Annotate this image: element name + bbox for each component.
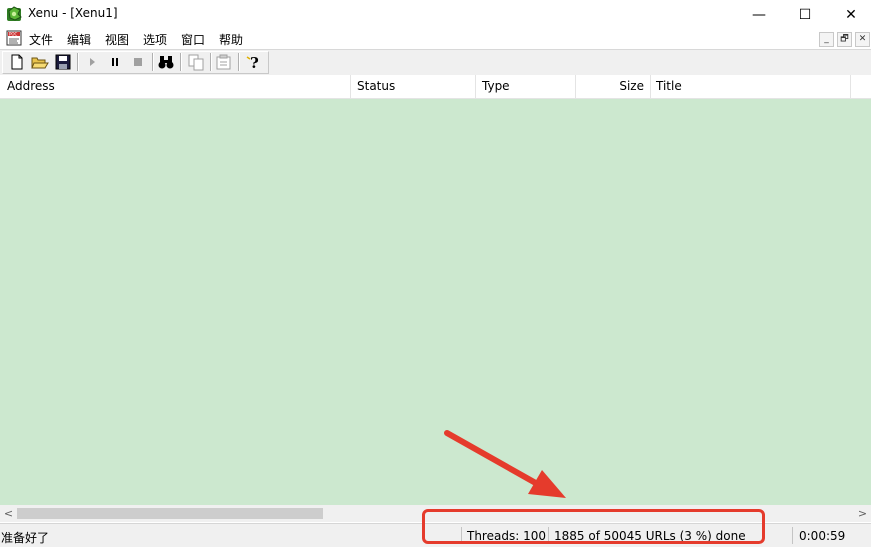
- xenu-app-icon: [7, 6, 22, 21]
- column-header-title[interactable]: Title: [651, 75, 851, 98]
- scrollbar-thumb[interactable]: [17, 508, 323, 519]
- column-header-status[interactable]: Status: [351, 75, 476, 98]
- properties-icon[interactable]: [215, 53, 233, 71]
- stop-icon[interactable]: [129, 53, 147, 71]
- minimize-button[interactable]: —: [736, 0, 782, 29]
- status-elapsed-time: 0:00:59: [799, 529, 846, 543]
- list-header: Address Status Type Size Title: [0, 75, 871, 99]
- scroll-left-button[interactable]: <: [0, 505, 17, 522]
- toolbar-separator: [238, 53, 240, 71]
- toolbar-separator: [152, 53, 154, 71]
- chevron-right-icon: >: [857, 507, 868, 520]
- column-header-type[interactable]: Type: [476, 75, 576, 98]
- close-button[interactable]: ✕: [828, 0, 871, 29]
- mdi-restore-icon: 🗗: [840, 34, 849, 44]
- minimize-icon: —: [752, 6, 766, 23]
- help-icon[interactable]: ?: [245, 53, 263, 71]
- open-folder-icon[interactable]: [31, 53, 49, 71]
- toolbar-separator: [210, 53, 212, 71]
- copy-icon[interactable]: [187, 53, 205, 71]
- results-list[interactable]: [0, 99, 871, 505]
- menu-help[interactable]: 帮助: [219, 31, 243, 48]
- maximize-button[interactable]: ☐: [782, 0, 828, 29]
- new-document-icon[interactable]: [8, 53, 26, 71]
- chevron-left-icon: <: [3, 507, 14, 520]
- window-title: Xenu - [Xenu1]: [28, 6, 118, 20]
- menu-options[interactable]: 选项: [143, 31, 167, 48]
- svg-text:?: ?: [250, 54, 259, 71]
- find-binoculars-icon[interactable]: [157, 53, 175, 71]
- status-message: 准备好了: [1, 531, 50, 545]
- document-window-icon[interactable]: POC: [6, 30, 22, 46]
- mdi-restore-button[interactable]: 🗗: [837, 32, 852, 47]
- svg-text:POC: POC: [9, 32, 18, 37]
- toolbar-separator: [77, 53, 79, 71]
- pause-icon[interactable]: [106, 53, 124, 71]
- maximize-icon: ☐: [798, 6, 812, 23]
- menu-bar: POC 文件 编辑 视图 选项 窗口 帮助 _ 🗗 ✕: [0, 29, 871, 49]
- scroll-right-button[interactable]: >: [854, 505, 871, 522]
- mdi-close-icon: ✕: [858, 34, 867, 44]
- close-icon: ✕: [845, 6, 857, 23]
- column-header-address[interactable]: Address: [0, 75, 351, 98]
- menu-edit[interactable]: 编辑: [67, 31, 91, 48]
- toolbar: ?: [0, 49, 871, 76]
- status-divider: [792, 527, 793, 544]
- column-header-size[interactable]: Size: [576, 75, 651, 98]
- menu-view[interactable]: 视图: [105, 31, 129, 48]
- mdi-minimize-button[interactable]: _: [819, 32, 834, 47]
- start-icon[interactable]: [83, 53, 101, 71]
- save-icon[interactable]: [54, 53, 72, 71]
- title-bar: Xenu - [Xenu1] — ☐ ✕: [0, 0, 871, 29]
- menu-window[interactable]: 窗口: [181, 31, 205, 48]
- mdi-minimize-icon: _: [824, 34, 829, 44]
- annotation-highlight-box: [422, 509, 765, 544]
- menu-file[interactable]: 文件: [29, 31, 53, 48]
- mdi-close-button[interactable]: ✕: [855, 32, 870, 47]
- toolbar-separator: [180, 53, 182, 71]
